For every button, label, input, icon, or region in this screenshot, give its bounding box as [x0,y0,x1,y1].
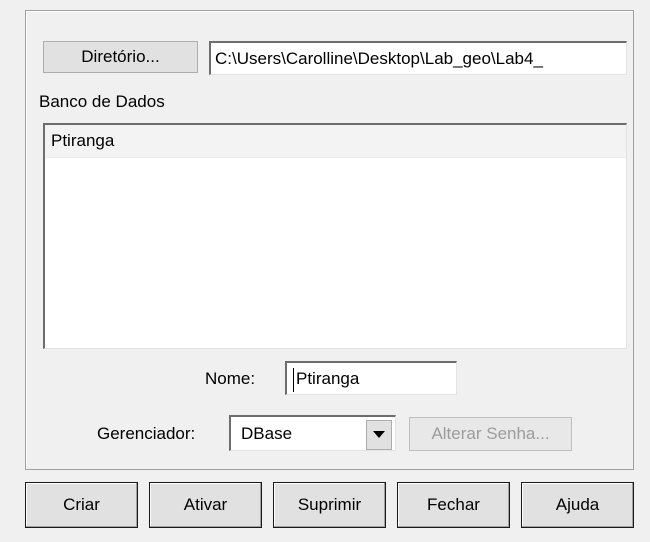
dropdown-button[interactable] [366,420,392,450]
list-item[interactable]: Ptiranga [45,125,626,158]
chevron-down-icon [373,431,385,438]
manager-label: Gerenciador: [97,424,196,443]
directory-button[interactable]: Diretório... [43,41,198,73]
close-button[interactable]: Fechar [397,482,510,528]
database-section-label: Banco de Dados [39,92,165,111]
name-label: Nome: [205,369,256,388]
directory-path-field[interactable]: C:\Users\Carolline\Desktop\Lab_geo\Lab4_ [209,41,627,75]
change-password-button[interactable]: Alterar Senha... [409,417,572,451]
create-button[interactable]: Criar [25,482,138,528]
name-field[interactable]: Ptiranga [285,361,457,395]
help-button[interactable]: Ajuda [521,482,634,528]
name-value: Ptiranga [296,368,360,388]
delete-button[interactable]: Suprimir [273,482,386,528]
text-cursor [293,368,294,392]
activate-button[interactable]: Ativar [149,482,262,528]
database-list[interactable]: Ptiranga [43,123,627,349]
directory-path-text: C:\Users\Carolline\Desktop\Lab_geo\Lab4_ [215,48,543,68]
manager-select[interactable]: DBase [229,415,396,451]
manager-selected-value: DBase [241,423,293,443]
